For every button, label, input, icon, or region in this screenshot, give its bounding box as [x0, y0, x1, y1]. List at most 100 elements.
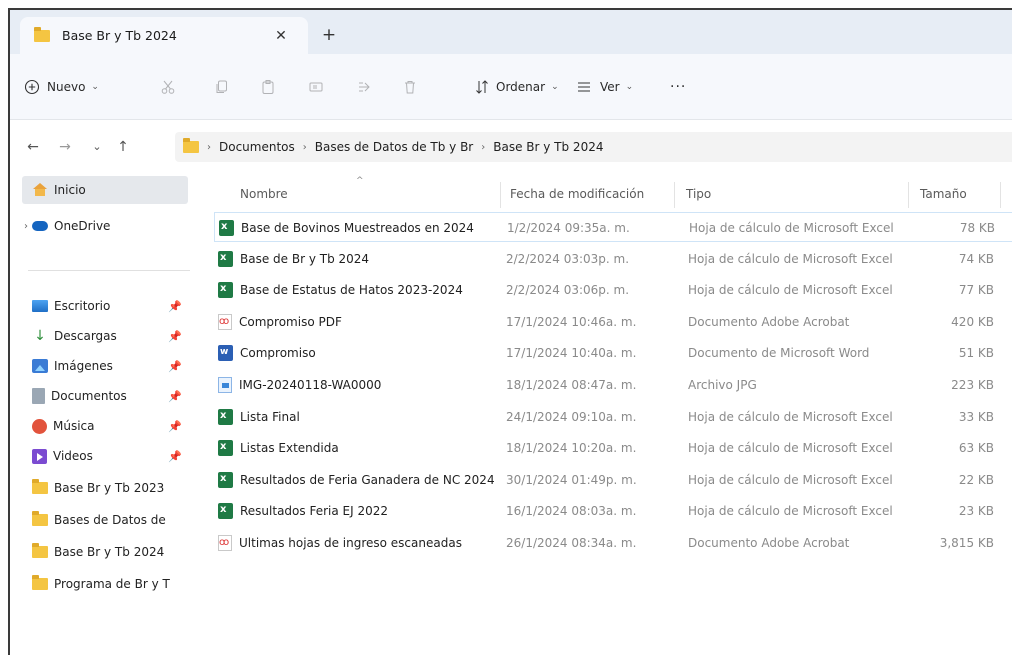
chevron-right-icon[interactable]: ›: [303, 142, 307, 153]
chevron-right-icon[interactable]: ›: [24, 221, 28, 232]
desktop-icon: [32, 300, 48, 312]
address-bar[interactable]: › Documentos › Bases de Datos de Tb y Br…: [175, 132, 1012, 162]
back-icon[interactable]: ←: [24, 138, 42, 156]
file-date: 2/2/2024 03:03p. m.: [506, 251, 630, 266]
rename-button[interactable]: [308, 76, 324, 98]
file-name-cell: Resultados de Feria Ganadera de NC 2024: [218, 465, 508, 495]
ordenar-button[interactable]: Ordenar ⌄: [474, 76, 559, 98]
breadcrumb-bases-de-datos[interactable]: Bases de Datos de Tb y Br: [315, 140, 473, 154]
ver-button[interactable]: Ver ⌄: [576, 76, 633, 98]
paste-button[interactable]: [260, 76, 276, 98]
sidebar-item-escritorio[interactable]: Escritorio 📌: [22, 292, 188, 320]
sidebar-item-label: Imágenes: [54, 359, 113, 373]
sidebar-item-label: Base Br y Tb 2023: [54, 481, 165, 495]
excel-file-icon: [218, 471, 233, 488]
file-size: 74 KB: [958, 251, 994, 266]
file-size: 22 KB: [958, 472, 994, 487]
pin-icon: 📌: [168, 329, 182, 343]
copy-button[interactable]: [214, 76, 230, 98]
table-row[interactable]: Resultados de Feria Ganadera de NC 2024 3…: [214, 465, 1012, 495]
file-date: 2/2/2024 03:06p. m.: [506, 283, 630, 298]
column-header-label: Nombre: [240, 187, 288, 201]
column-header-label: Fecha de modificación: [510, 187, 645, 201]
sidebar-item-programa-br-tb[interactable]: Programa de Br y T: [22, 570, 188, 598]
file-size: 33 KB: [958, 409, 994, 424]
sidebar-item-videos[interactable]: Videos 📌: [22, 442, 188, 470]
folder-icon: [34, 26, 50, 42]
table-row[interactable]: Listas Extendida 18/1/2024 10:20a. m. Hoja…: [214, 433, 1012, 463]
table-row[interactable]: Resultados Feria EJ 2022 16/1/2024 08:03a…: [214, 496, 1012, 526]
close-tab-icon[interactable]: ✕: [272, 27, 290, 45]
sidebar-item-label: Videos: [53, 449, 93, 463]
sidebar-item-documentos[interactable]: Documentos 📌: [22, 382, 188, 410]
sidebar-item-label: Escritorio: [54, 299, 111, 313]
table-row[interactable]: IMG-20240118-WA0000 18/1/2024 08:47a. m. A…: [214, 370, 1012, 400]
sidebar-item-inicio[interactable]: Inicio: [22, 176, 188, 204]
chevron-right-icon[interactable]: ›: [207, 142, 211, 153]
column-divider[interactable]: [908, 182, 909, 208]
more-options-button[interactable]: ···: [670, 76, 686, 98]
column-divider[interactable]: [500, 182, 501, 208]
ver-label: Ver: [600, 80, 620, 94]
file-name-cell: Listas Extendida: [218, 433, 508, 463]
column-header-fecha[interactable]: Fecha de modificación: [510, 176, 644, 212]
sidebar-item-imagenes[interactable]: Imágenes 📌: [22, 352, 188, 380]
recent-locations-chevron-icon[interactable]: ⌄: [88, 138, 106, 156]
breadcrumb-documentos[interactable]: Documentos: [219, 140, 295, 154]
file-size: 3,815 KB: [939, 536, 994, 550]
up-icon[interactable]: ↑: [114, 138, 132, 156]
chevron-down-icon: ⌄: [551, 82, 559, 92]
command-bar: Nuevo ⌄ Ordenar ⌄ Ver ⌄ ···: [10, 54, 1012, 120]
table-row[interactable]: Base de Bovinos Muestreados en 2024 1/2/2…: [214, 212, 1012, 242]
forward-icon[interactable]: →: [56, 138, 74, 156]
sidebar-item-onedrive[interactable]: › OneDrive: [22, 212, 188, 240]
file-size: 51 KB: [958, 346, 994, 361]
share-button[interactable]: [356, 76, 372, 98]
sidebar-item-label: Inicio: [54, 183, 86, 197]
sidebar-item-descargas[interactable]: ↓ Descargas 📌: [22, 322, 188, 350]
rename-icon: [308, 79, 324, 95]
column-header-tamano[interactable]: Tamaño: [920, 176, 967, 212]
column-divider[interactable]: [1000, 182, 1001, 208]
sidebar-item-musica[interactable]: Música 📌: [22, 412, 188, 440]
file-name-cell: Base de Br y Tb 2024: [218, 244, 508, 274]
nuevo-button[interactable]: Nuevo ⌄: [24, 76, 99, 98]
new-tab-icon[interactable]: +: [320, 26, 338, 44]
column-header-tipo[interactable]: Tipo: [686, 176, 711, 212]
table-row[interactable]: Base de Estatus de Hatos 2023-2024 2/2/20…: [214, 275, 1012, 305]
column-header-label: Tipo: [686, 187, 712, 201]
file-type: Documento Adobe Acrobat: [688, 536, 850, 550]
file-name: Base de Bovinos Muestreados en 2024: [241, 221, 474, 235]
table-row[interactable]: Compromiso 17/1/2024 10:40a. m. Documento …: [214, 338, 1012, 368]
table-row[interactable]: Ultimas hojas de ingreso escaneadas 26/1/…: [214, 528, 1012, 558]
cut-button[interactable]: [160, 76, 176, 98]
sidebar-item-label: Bases de Datos de: [54, 513, 166, 527]
file-name: Compromiso: [240, 346, 316, 361]
folder-icon: [32, 543, 48, 558]
column-header-nombre[interactable]: Nombre: [240, 176, 288, 212]
sidebar-divider: [28, 270, 190, 271]
breadcrumb-base-br-tb-2024[interactable]: Base Br y Tb 2024: [493, 140, 603, 154]
delete-button[interactable]: [402, 76, 418, 98]
table-row[interactable]: Compromiso PDF 17/1/2024 10:46a. m. Docume…: [214, 307, 1012, 337]
file-name: Base de Br y Tb 2024: [240, 251, 370, 266]
table-row[interactable]: Base de Br y Tb 2024 2/2/2024 03:03p. m. H…: [214, 244, 1012, 274]
download-icon: ↓: [34, 328, 46, 344]
column-divider[interactable]: [674, 182, 675, 208]
nuevo-label: Nuevo: [47, 80, 86, 94]
tab-title: Base Br y Tb 2024: [62, 28, 177, 43]
sidebar-item-base-br-tb-2024[interactable]: Base Br y Tb 2024: [22, 538, 188, 566]
file-name: IMG-20240118-WA0000: [239, 378, 382, 392]
file-name-cell: Base de Bovinos Muestreados en 2024: [219, 213, 509, 243]
excel-file-icon: [219, 220, 234, 236]
folder-icon: [32, 479, 48, 494]
table-row[interactable]: Lista Final 24/1/2024 09:10a. m. Hoja de c…: [214, 402, 1012, 432]
word-file-icon: [218, 345, 233, 362]
tab-base-br-tb-2024[interactable]: Base Br y Tb 2024 ✕: [20, 17, 308, 54]
pdf-file-icon: [218, 313, 232, 330]
sidebar-item-label: Documentos: [51, 389, 127, 403]
file-date: 17/1/2024 10:46a. m.: [506, 314, 637, 329]
sidebar-item-base-br-tb-2023[interactable]: Base Br y Tb 2023: [22, 474, 188, 502]
sidebar-item-bases-de-datos[interactable]: Bases de Datos de: [22, 506, 188, 534]
chevron-right-icon[interactable]: ›: [481, 142, 485, 153]
